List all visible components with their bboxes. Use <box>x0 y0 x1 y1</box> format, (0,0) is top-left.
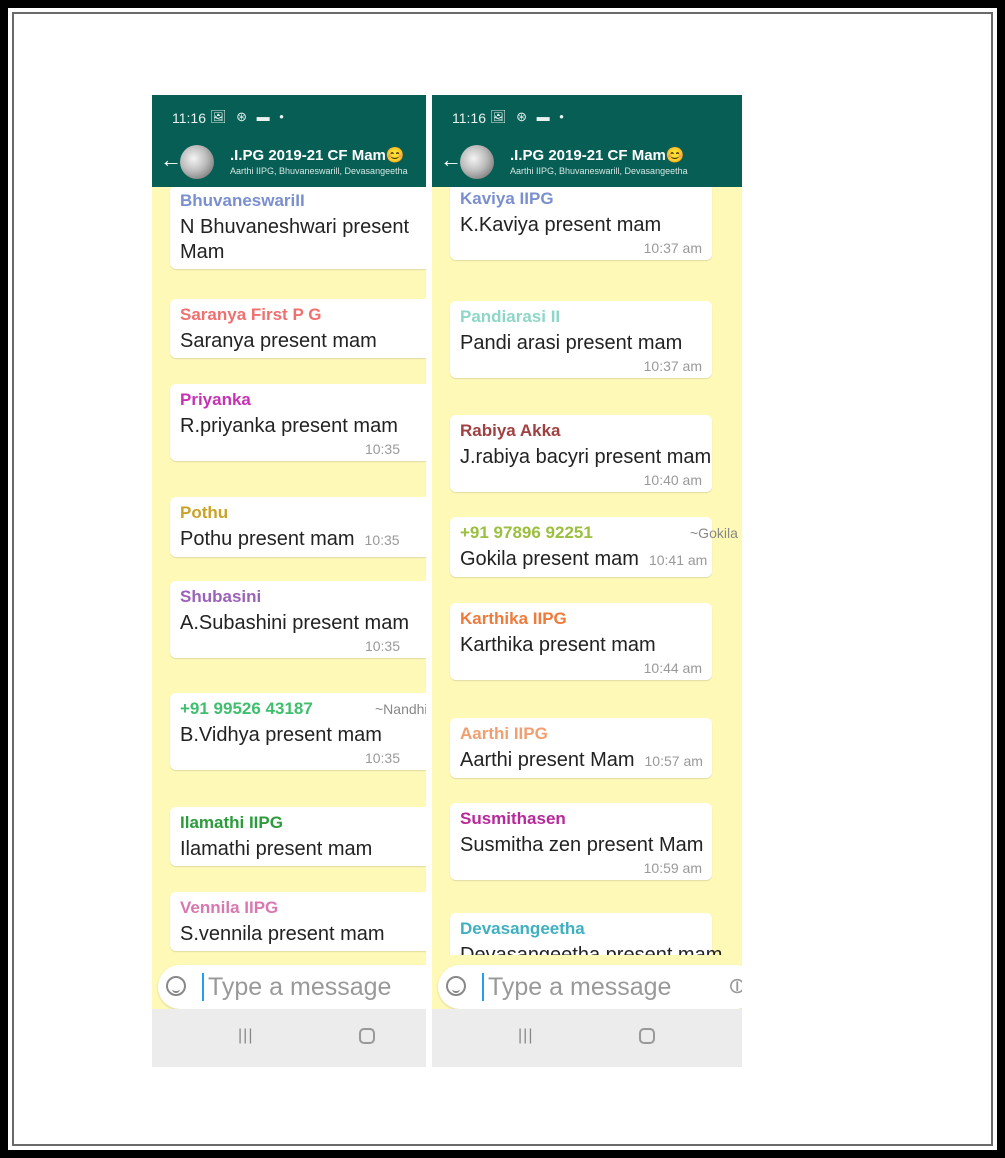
message-sender: Karthika IIPG <box>460 609 567 628</box>
back-arrow-icon[interactable]: ← <box>160 147 182 173</box>
message-bubble[interactable]: Pothu Pothu present mam 10:35 <box>170 497 426 557</box>
recent-apps-icon[interactable]: ||| <box>518 1027 533 1045</box>
system-nav-bar: ||| <box>432 1009 742 1067</box>
message-text: R.priyanka present mam <box>180 415 398 437</box>
message-bubble[interactable]: Shubasini A.Subashini present mam 10:35 <box>170 581 426 658</box>
message-sender-alias: ~Nandhini <box>375 701 426 717</box>
message-bubble[interactable]: Devasangeetha Devasangeetha present mam <box>450 913 723 955</box>
message-list[interactable]: BhuvaneswariII N Bhuvaneshwari present M… <box>152 187 426 955</box>
message-sender: Kaviya IIPG <box>460 189 554 208</box>
recent-apps-icon[interactable]: ||| <box>238 1027 253 1045</box>
message-sender: Shubasini <box>180 587 262 606</box>
message-time: 10:35 <box>364 638 400 654</box>
message-text: Gokila present mam <box>460 548 639 570</box>
message-bubble[interactable]: Pandiarasi II Pandi arasi present mam 10… <box>450 301 712 378</box>
message-sender: Susmithasen <box>460 809 566 828</box>
chat-header[interactable]: ← .I.PG 2019-21 CF Mam😊 Aarthi IIPG, Bhu… <box>432 135 742 187</box>
status-bar: 11:16 🖼 ⊛ ▬ • <box>432 95 742 135</box>
message-text: N Bhuvaneshwari present <box>180 216 410 238</box>
message-input-bar[interactable]: Type a message <box>158 965 426 1009</box>
message-sender: Ilamathi IIPG <box>180 813 283 832</box>
system-nav-bar: ||| <box>152 1009 426 1067</box>
message-bubble[interactable]: Ilamathi IIPG Ilamathi present mam <box>170 807 426 866</box>
message-sender: Aarthi IIPG <box>460 724 548 743</box>
message-time: 10:44 am <box>643 660 702 676</box>
message-text: Ilamathi present mam <box>180 838 373 860</box>
emoji-icon[interactable] <box>446 976 466 996</box>
group-avatar[interactable] <box>180 145 214 179</box>
message-time: 10:35 <box>364 441 400 457</box>
message-bubble[interactable]: Rabiya Akka J.rabiya bacyri present mam … <box>450 415 712 492</box>
message-bubble[interactable]: Susmithasen Susmitha zen present Mam 10:… <box>450 803 712 880</box>
message-bubble[interactable]: +91 97896 92251 ~Gokila Gokila present m… <box>450 517 738 577</box>
message-time: 10:57 am <box>644 753 703 769</box>
status-time: 11:16 <box>452 110 486 126</box>
phone-screenshot-right: 11:16 🖼 ⊛ ▬ • ← .I.PG 2019-21 CF Mam😊 Aa… <box>432 95 742 1067</box>
message-bubble[interactable]: Vennila IIPG S.vennila present mam <box>170 892 426 951</box>
message-text-row: Gokila present mam 10:41 am <box>460 547 707 573</box>
message-sender: +91 97896 92251 <box>460 523 593 542</box>
message-sender-alias: ~Gokila <box>690 525 738 541</box>
group-members: Aarthi IIPG, Bhuvaneswarill, Devasangeet… <box>510 166 688 176</box>
message-text: K.Kaviya present mam <box>460 214 662 236</box>
home-icon[interactable] <box>639 1028 655 1044</box>
message-bubble[interactable]: BhuvaneswariII N Bhuvaneshwari present M… <box>170 187 426 269</box>
message-time: 10:40 am <box>643 472 702 488</box>
message-text: Devasangeetha present mam <box>460 944 723 955</box>
message-text-line2: Mam <box>180 241 225 263</box>
group-members: Aarthi IIPG, Bhuvaneswarill, Devasangeet… <box>230 166 408 176</box>
message-sender: Priyanka <box>180 390 251 409</box>
message-text: Karthika present mam <box>460 634 656 656</box>
message-time: 10:41 am <box>648 552 708 568</box>
message-bubble[interactable]: Saranya First P G Saranya present mam <box>170 299 426 358</box>
status-icons: 🖼 ⊛ ▬ • <box>490 109 567 124</box>
message-text: B.Vidhya present mam <box>180 724 382 746</box>
message-bubble[interactable]: Karthika IIPG Karthika present mam 10:44… <box>450 603 712 680</box>
chat-header[interactable]: ← .I.PG 2019-21 CF Mam😊 Aarthi IIPG, Bhu… <box>152 135 426 187</box>
message-sender: Pothu <box>180 503 229 522</box>
message-sender: BhuvaneswariII <box>180 191 305 210</box>
message-time: 10:37 am <box>643 240 702 256</box>
message-text: S.vennila present mam <box>180 923 385 945</box>
status-bar: 11:16 🖼 ⊛ ▬ • <box>152 95 426 135</box>
message-time: 10:35 <box>364 750 400 766</box>
message-bubble[interactable]: Aarthi IIPG Aarthi present Mam 10:57 am <box>450 718 712 778</box>
status-time: 11:16 <box>172 110 206 126</box>
message-text: Susmitha zen present Mam <box>460 834 704 856</box>
message-text: Saranya present mam <box>180 330 377 352</box>
group-title[interactable]: .I.PG 2019-21 CF Mam😊 <box>510 146 685 164</box>
message-text: Pothu present mam <box>180 528 355 550</box>
emoji-icon[interactable] <box>166 976 186 996</box>
message-bubble[interactable]: Priyanka R.priyanka present mam 10:35 <box>170 384 426 461</box>
message-sender: Devasangeetha <box>460 919 585 938</box>
message-list[interactable]: Kaviya IIPG K.Kaviya present mam 10:37 a… <box>432 187 742 955</box>
message-time: 10:37 am <box>643 358 702 374</box>
message-sender: Rabiya Akka <box>460 421 561 440</box>
message-input[interactable]: Type a message <box>488 973 671 1002</box>
message-text: Pandi arasi present mam <box>460 332 683 354</box>
message-input[interactable]: Type a message <box>208 973 391 1002</box>
message-bubble[interactable]: Kaviya IIPG K.Kaviya present mam 10:37 a… <box>450 187 712 260</box>
message-text: Aarthi present Mam <box>460 749 635 771</box>
message-time: 10:59 am <box>643 860 702 876</box>
message-sender: Saranya First P G <box>180 305 322 324</box>
message-text-row: Aarthi present Mam 10:57 am <box>460 748 703 774</box>
text-cursor <box>202 973 204 1001</box>
home-icon[interactable] <box>359 1028 375 1044</box>
status-icons: 🖼 ⊛ ▬ • <box>210 109 287 124</box>
group-title[interactable]: .I.PG 2019-21 CF Mam😊 <box>230 146 405 164</box>
message-sender: Vennila IIPG <box>180 898 279 917</box>
phone-screenshot-left: 11:16 🖼 ⊛ ▬ • ← .I.PG 2019-21 CF Mam😊 Aa… <box>152 95 426 1067</box>
message-bubble[interactable]: +91 99526 43187 ~Nandhini B.Vidhya prese… <box>170 693 426 770</box>
back-arrow-icon[interactable]: ← <box>440 147 462 173</box>
message-text: A.Subashini present mam <box>180 612 410 634</box>
message-input-bar[interactable]: Type a message ⊘ <box>438 965 742 1009</box>
message-time: 10:35 <box>364 532 400 548</box>
message-sender: Pandiarasi II <box>460 307 561 326</box>
message-text-row: Pothu present mam 10:35 <box>180 527 426 553</box>
attach-icon[interactable]: ⊘ <box>722 970 742 1001</box>
group-avatar[interactable] <box>460 145 494 179</box>
text-cursor <box>482 973 484 1001</box>
message-text: J.rabiya bacyri present mam <box>460 446 712 468</box>
